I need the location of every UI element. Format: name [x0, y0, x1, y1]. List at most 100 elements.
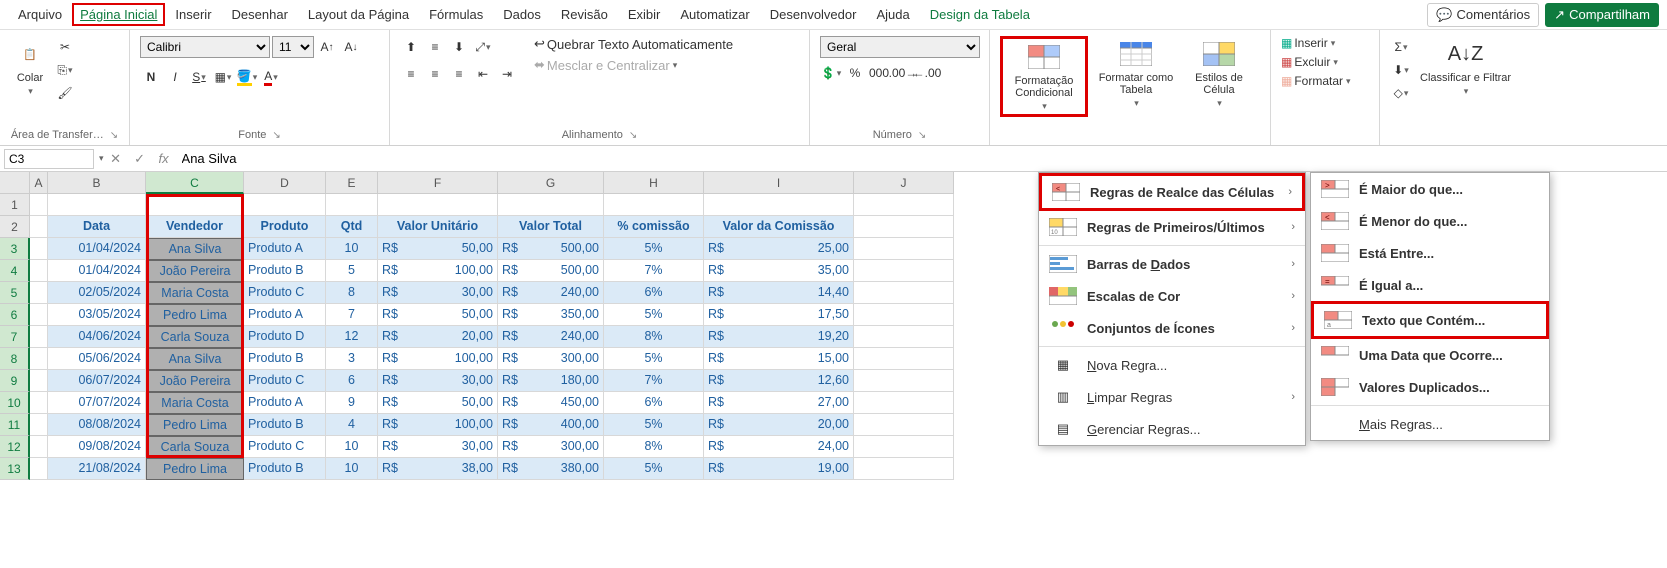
comentarios-button[interactable]: 💬 Comentários — [1427, 3, 1539, 27]
row-header-9[interactable]: 9 — [0, 370, 30, 392]
cell[interactable]: Valor da Comissão — [704, 216, 854, 238]
cell[interactable]: 10 — [326, 436, 378, 458]
cell[interactable]: Produto B — [244, 260, 326, 282]
cell[interactable]: 02/05/2024 — [48, 282, 146, 304]
cell[interactable]: R$100,00 — [378, 414, 498, 436]
cell[interactable]: R$500,00 — [498, 260, 604, 282]
row-header-6[interactable]: 6 — [0, 304, 30, 326]
row-header-5[interactable]: 5 — [0, 282, 30, 304]
submenu-maior[interactable]: > É Maior do que... — [1311, 173, 1549, 205]
cell[interactable] — [854, 216, 954, 238]
row-header-10[interactable]: 10 — [0, 392, 30, 414]
formula-input[interactable] — [176, 149, 1667, 168]
cell[interactable]: Carla Souza — [146, 436, 244, 458]
cell[interactable] — [854, 348, 954, 370]
inserir-celulas-button[interactable]: ▦Inserir▾ — [1281, 36, 1351, 50]
cell[interactable]: R$400,00 — [498, 414, 604, 436]
menu-desenhar[interactable]: Desenhar — [222, 3, 298, 26]
formatacao-condicional-button[interactable]: Formatação Condicional▾ — [1000, 36, 1088, 117]
cell[interactable]: R$19,00 — [704, 458, 854, 480]
row-header-2[interactable]: 2 — [0, 216, 30, 238]
font-name-select[interactable]: Calibri — [140, 36, 270, 58]
cell[interactable]: 7% — [604, 260, 704, 282]
align-top-button[interactable]: ⬆ — [400, 36, 422, 58]
cell[interactable]: Ana Silva — [146, 348, 244, 370]
cell[interactable] — [30, 260, 48, 282]
cell[interactable]: 6% — [604, 392, 704, 414]
cell[interactable]: R$17,50 — [704, 304, 854, 326]
menu-revisao[interactable]: Revisão — [551, 3, 618, 26]
row-header-4[interactable]: 4 — [0, 260, 30, 282]
cell[interactable] — [30, 370, 48, 392]
cell[interactable]: R$24,00 — [704, 436, 854, 458]
menu-conjuntos-icones[interactable]: Conjuntos de Ícones › — [1039, 312, 1305, 344]
cell[interactable] — [378, 194, 498, 216]
cell[interactable] — [854, 304, 954, 326]
accounting-format-button[interactable]: 💲▾ — [820, 62, 842, 84]
cell[interactable]: 12 — [326, 326, 378, 348]
cell[interactable]: 4 — [326, 414, 378, 436]
cell[interactable]: Valor Total — [498, 216, 604, 238]
cell[interactable]: R$100,00 — [378, 260, 498, 282]
cell[interactable]: 7% — [604, 370, 704, 392]
wrap-text-button[interactable]: ↩ Quebrar Texto Automaticamente — [534, 36, 733, 52]
cell[interactable]: João Pereira — [146, 260, 244, 282]
cell[interactable]: R$15,00 — [704, 348, 854, 370]
submenu-texto-contem[interactable]: a Texto que Contém... — [1311, 301, 1549, 339]
cell[interactable]: 09/08/2024 — [48, 436, 146, 458]
cell[interactable]: 6% — [604, 282, 704, 304]
col-header-F[interactable]: F — [378, 172, 498, 194]
dialog-launcher-icon[interactable]: ↘ — [110, 130, 118, 141]
percent-button[interactable]: % — [844, 62, 866, 84]
cell[interactable]: R$25,00 — [704, 238, 854, 260]
cell[interactable] — [30, 348, 48, 370]
cell[interactable]: 8 — [326, 282, 378, 304]
decrease-decimal-button[interactable]: ←.00 — [916, 62, 938, 84]
cell[interactable]: R$50,00 — [378, 304, 498, 326]
compartilhar-button[interactable]: ↗ Compartilham — [1545, 3, 1659, 27]
font-color-button[interactable]: A▾ — [260, 66, 282, 88]
menu-layout[interactable]: Layout da Página — [298, 3, 419, 26]
cell[interactable]: 5 — [326, 260, 378, 282]
row-header-11[interactable]: 11 — [0, 414, 30, 436]
cell[interactable]: Pedro Lima — [146, 458, 244, 480]
cell[interactable]: Maria Costa — [146, 392, 244, 414]
menu-regras-primeiros[interactable]: 10 Regras de Primeiros/Últimos › — [1039, 211, 1305, 243]
col-header-D[interactable]: D — [244, 172, 326, 194]
cell[interactable] — [30, 458, 48, 480]
align-right-button[interactable]: ≡ — [448, 63, 470, 85]
increase-indent-button[interactable]: ⇥ — [496, 63, 518, 85]
formatar-como-tabela-button[interactable]: Formatar como Tabela▾ — [1092, 36, 1180, 111]
copy-button[interactable]: ⎘▾ — [54, 59, 76, 81]
formatar-celulas-button[interactable]: ▦Formatar▾ — [1281, 74, 1351, 88]
cell[interactable]: 05/06/2024 — [48, 348, 146, 370]
submenu-igual[interactable]: = É Igual a... — [1311, 269, 1549, 301]
col-header-J[interactable]: J — [854, 172, 954, 194]
cell[interactable]: Produto D — [244, 326, 326, 348]
cell[interactable]: R$180,00 — [498, 370, 604, 392]
cell[interactable]: 10 — [326, 238, 378, 260]
cell[interactable]: Produto B — [244, 348, 326, 370]
spreadsheet-grid[interactable]: 12345678910111213 ABCDEFGHIJ DataVendedo… — [0, 172, 1667, 480]
cancel-formula-button[interactable]: ✕ — [104, 151, 128, 167]
cell[interactable]: 01/04/2024 — [48, 238, 146, 260]
cell[interactable] — [30, 216, 48, 238]
cell[interactable] — [704, 194, 854, 216]
cell[interactable]: 08/08/2024 — [48, 414, 146, 436]
cell[interactable]: Data — [48, 216, 146, 238]
submenu-entre[interactable]: Está Entre... — [1311, 237, 1549, 269]
cell[interactable] — [326, 194, 378, 216]
col-header-I[interactable]: I — [704, 172, 854, 194]
col-header-A[interactable]: A — [30, 172, 48, 194]
cell[interactable]: R$240,00 — [498, 282, 604, 304]
cell[interactable]: João Pereira — [146, 370, 244, 392]
insert-function-button[interactable]: fx — [152, 151, 176, 166]
cell[interactable]: 9 — [326, 392, 378, 414]
number-format-select[interactable]: Geral — [820, 36, 980, 58]
dialog-launcher-icon[interactable]: ↘ — [629, 130, 637, 141]
decrease-indent-button[interactable]: ⇤ — [472, 63, 494, 85]
cell[interactable] — [498, 194, 604, 216]
cell[interactable]: R$14,40 — [704, 282, 854, 304]
cell[interactable]: Maria Costa — [146, 282, 244, 304]
menu-automatizar[interactable]: Automatizar — [670, 3, 759, 26]
